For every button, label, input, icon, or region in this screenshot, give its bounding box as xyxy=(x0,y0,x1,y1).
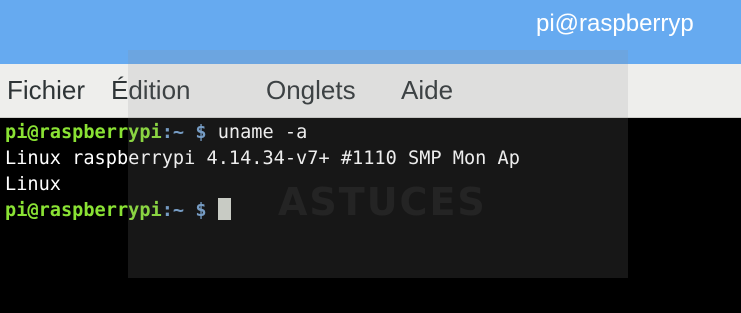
window-titlebar[interactable]: pi@raspberryp xyxy=(0,0,741,64)
command-text: uname -a xyxy=(206,122,308,143)
menu-edition[interactable]: Édition xyxy=(111,75,191,106)
terminal-line-command: pi@raspberrypi:~ $ uname -a xyxy=(5,120,307,146)
terminal-area[interactable]: pi@raspberrypi:~ $ uname -a Linux raspbe… xyxy=(0,118,741,313)
menu-bar: Fichier Édition Onglets Aide xyxy=(0,64,741,118)
terminal-output-line: Linux raspberrypi 4.14.34-v7+ #1110 SMP … xyxy=(5,148,520,169)
window-title: pi@raspberryp xyxy=(536,10,694,37)
terminal-line-prompt: pi@raspberrypi:~ $ xyxy=(5,198,231,224)
text-cursor xyxy=(217,198,231,220)
menu-fichier[interactable]: Fichier xyxy=(7,75,85,106)
menu-aide[interactable]: Aide xyxy=(401,75,453,106)
menu-onglets[interactable]: Onglets xyxy=(266,75,356,106)
prompt-user: pi@raspberrypi xyxy=(5,122,162,143)
prompt-path: :~ $ xyxy=(161,122,207,143)
prompt-user: pi@raspberrypi xyxy=(5,200,162,221)
prompt-path: :~ $ xyxy=(161,200,207,221)
terminal-output-line: Linux xyxy=(5,174,61,195)
